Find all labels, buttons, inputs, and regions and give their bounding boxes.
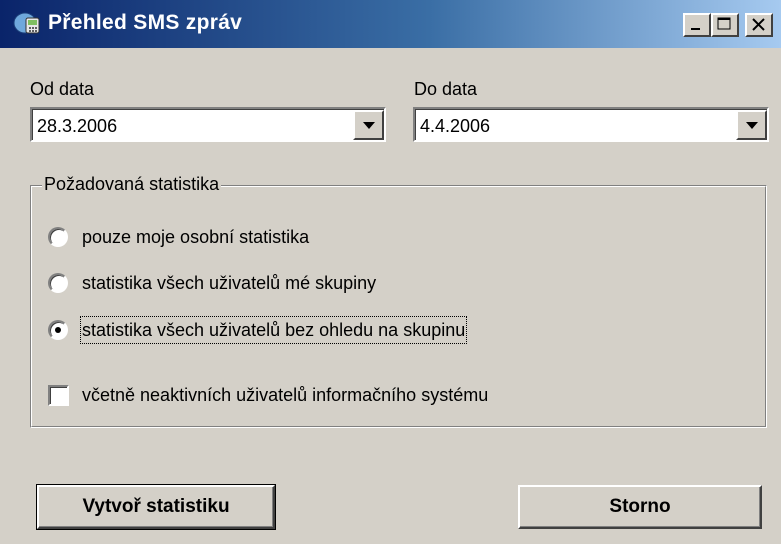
date-to-label: Do data bbox=[414, 79, 478, 99]
cancel-button[interactable]: Storno bbox=[518, 485, 762, 529]
date-to-field-frame: 4.4.2006 bbox=[415, 109, 767, 140]
window-title: Přehled SMS zpráv bbox=[48, 11, 243, 34]
dialog-window: Přehled SMS zpráv Od data 28.3.2006 Do d… bbox=[0, 0, 781, 544]
maximize-button[interactable] bbox=[711, 13, 739, 37]
close-button[interactable] bbox=[745, 13, 773, 37]
radio-button[interactable] bbox=[48, 273, 68, 293]
date-to-value: 4.4.2006 bbox=[420, 116, 491, 136]
radio-option-label[interactable]: statistika všech uživatelů bez ohledu na… bbox=[79, 316, 468, 344]
date-from-value: 28.3.2006 bbox=[37, 116, 118, 136]
date-from-combobox[interactable]: 28.3.2006 bbox=[30, 107, 386, 142]
maximize-icon bbox=[717, 17, 731, 30]
radio-option-my-group[interactable]: statistika všech uživatelů mé skupiny bbox=[48, 270, 468, 296]
date-from-label: Od data bbox=[30, 79, 95, 99]
radio-option-all-users[interactable]: statistika všech uživatelů bez ohledu na… bbox=[48, 316, 548, 344]
radio-selected-dot bbox=[55, 327, 61, 333]
date-to-dropdown-button[interactable] bbox=[736, 110, 767, 140]
minimize-button[interactable] bbox=[683, 13, 711, 37]
sms-app-icon bbox=[12, 10, 42, 38]
include-inactive-checkbox-row[interactable]: včetně neaktivních uživatelů informačníh… bbox=[48, 382, 588, 408]
radio-button[interactable] bbox=[48, 227, 68, 247]
chevron-down-icon bbox=[746, 122, 758, 129]
statistics-group-title: Požadovaná statistika bbox=[42, 172, 222, 196]
radio-option-label[interactable]: pouze moje osobní statistika bbox=[82, 225, 309, 249]
radio-option-label[interactable]: statistika všech uživatelů mé skupiny bbox=[82, 271, 376, 295]
create-statistics-button[interactable]: Vytvoř statistiku bbox=[36, 484, 276, 530]
date-from-field-frame: 28.3.2006 bbox=[32, 109, 384, 140]
minimize-icon bbox=[691, 28, 700, 30]
radio-button-selected[interactable] bbox=[48, 320, 68, 340]
chevron-down-icon bbox=[363, 122, 375, 129]
date-to-combobox[interactable]: 4.4.2006 bbox=[413, 107, 769, 142]
radio-option-personal[interactable]: pouze moje osobní statistika bbox=[48, 224, 378, 250]
include-inactive-label[interactable]: včetně neaktivních uživatelů informačníh… bbox=[82, 383, 488, 407]
title-bar[interactable]: Přehled SMS zpráv bbox=[0, 0, 781, 48]
close-icon bbox=[752, 18, 765, 31]
date-from-dropdown-button[interactable] bbox=[353, 110, 384, 140]
include-inactive-checkbox[interactable] bbox=[48, 385, 69, 406]
